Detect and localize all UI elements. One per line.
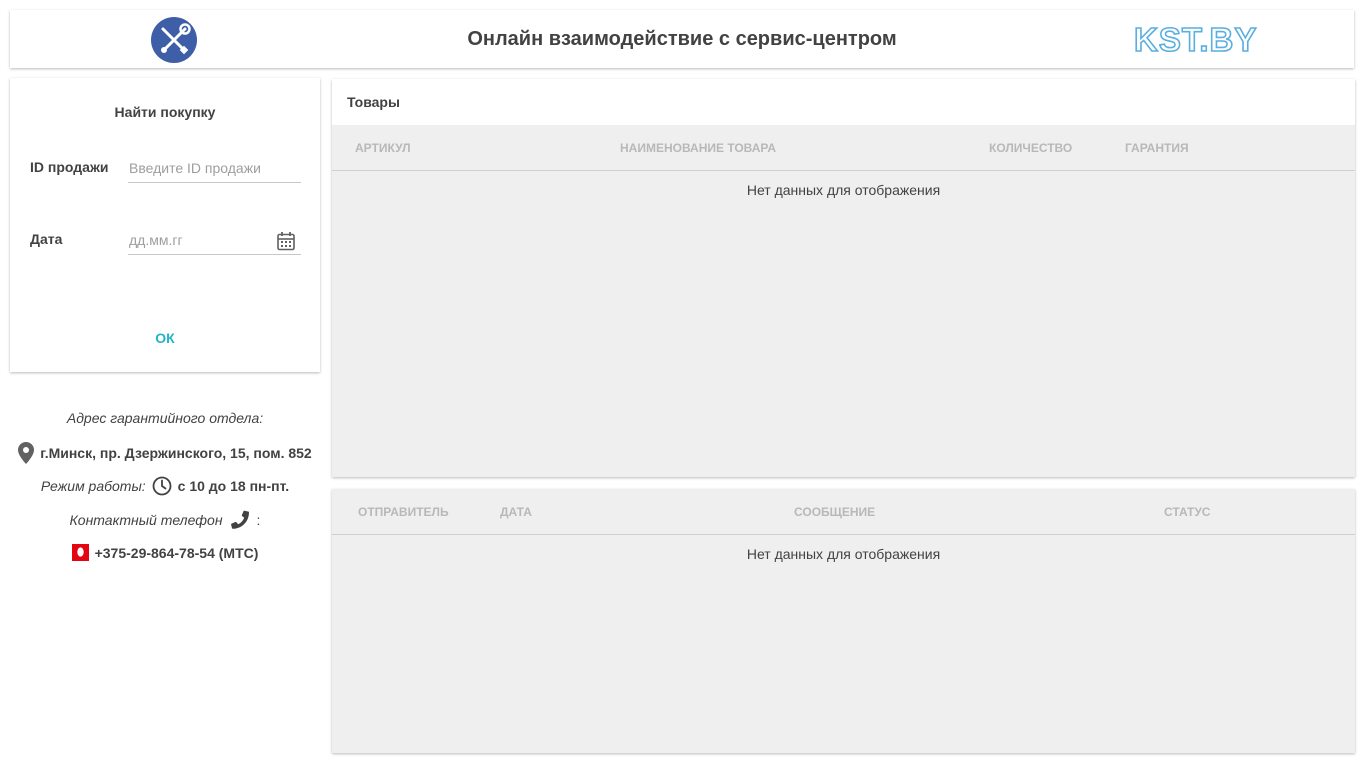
column-header[interactable]: Дата (500, 505, 532, 519)
phone-number[interactable]: +375-29-864-78-54 (МТС) (95, 545, 259, 561)
brand-logo-text: KST.BY (1134, 23, 1257, 57)
goods-panel: Товары Артикул Наименование товара Колич… (332, 79, 1355, 477)
map-pin-icon (18, 442, 35, 464)
messages-empty-message: Нет данных для отображения (746, 546, 941, 562)
sale-id-input[interactable] (128, 153, 301, 183)
date-label: Дата (30, 231, 63, 247)
app-header: Онлайн взаимодействие с сервис-центром K… (10, 10, 1354, 68)
column-header[interactable]: Отправитель (358, 505, 449, 519)
column-header[interactable]: Наименование товара (620, 141, 776, 155)
goods-empty-message: Нет данных для отображения (746, 182, 941, 198)
phone-label: Контактный телефон (69, 512, 223, 528)
address-line: г.Минск, пр. Дзержинского, 15, пом. 852 (10, 442, 320, 464)
column-header[interactable]: Статус (1164, 505, 1210, 519)
search-title: Найти покупку (114, 104, 216, 120)
column-header[interactable]: Гарантия (1125, 141, 1189, 155)
mts-logo-icon (71, 544, 89, 561)
phone-colon: : (256, 512, 261, 528)
purchase-search-card: Найти покупку ID продажи Дата ОК (10, 78, 320, 372)
address-title-text: Адрес гарантийного отдела: (66, 410, 264, 426)
brand-logo[interactable]: KST.BY (1134, 23, 1268, 57)
messages-panel: Отправитель Дата Сообщение Статус Нет да… (332, 489, 1355, 753)
hours-line: Режим работы: с 10 до 18 пн-пт. (10, 476, 320, 496)
column-header[interactable]: Сообщение (794, 505, 875, 519)
goods-table-header: Артикул Наименование товара Количество Г… (332, 125, 1355, 171)
column-header[interactable]: Количество (989, 141, 1072, 155)
ok-button[interactable]: ОК (125, 326, 205, 350)
clock-icon (152, 476, 172, 496)
sale-id-label: ID продажи (30, 159, 109, 175)
phone-line: +375-29-864-78-54 (МТС) (10, 544, 320, 561)
goods-title: Товары (332, 79, 1355, 125)
phone-label-line: Контактный телефон : (10, 510, 320, 530)
phone-icon (230, 510, 249, 529)
messages-table-header: Отправитель Дата Сообщение Статус (332, 489, 1355, 535)
column-header[interactable]: Артикул (355, 141, 411, 155)
calendar-icon[interactable] (276, 231, 296, 251)
address-text: г.Минск, пр. Дзержинского, 15, пом. 852 (40, 445, 312, 461)
hours-text: с 10 до 18 пн-пт. (177, 478, 290, 494)
hours-label: Режим работы: (40, 478, 146, 494)
address-title: Адрес гарантийного отдела: (10, 410, 320, 426)
